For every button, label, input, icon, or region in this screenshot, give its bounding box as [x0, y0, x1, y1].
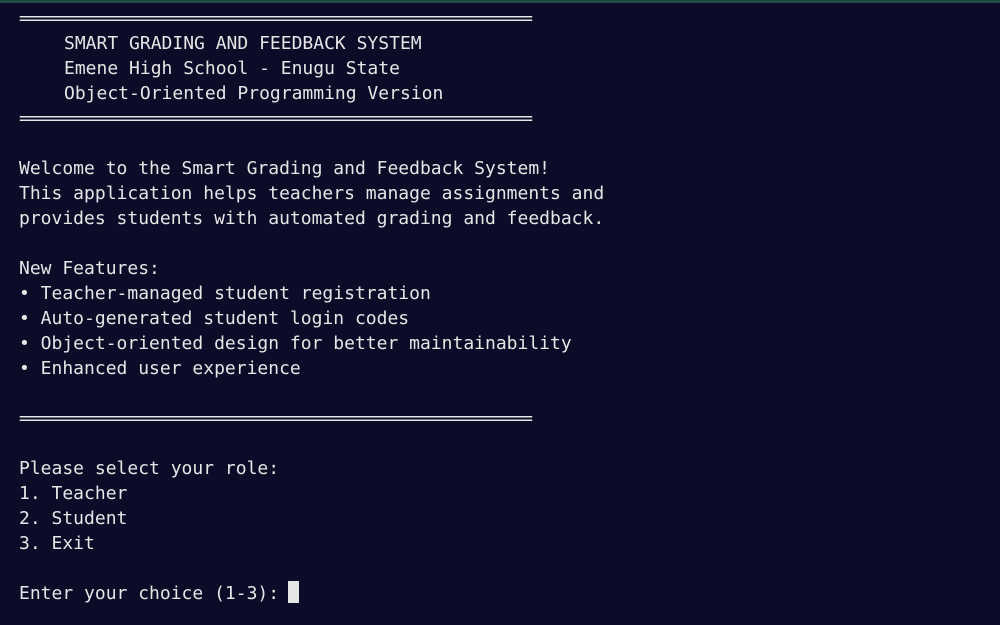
separator-line: ========================================… — [19, 108, 533, 129]
menu-option-teacher: 1. Teacher — [19, 483, 128, 504]
menu-option-student: 2. Student — [19, 508, 128, 529]
school-name: Emene High School - Enugu State — [64, 58, 400, 79]
text-cursor[interactable] — [288, 581, 300, 603]
app-title: SMART GRADING AND FEEDBACK SYSTEM — [64, 33, 422, 54]
description-text: This application helps teachers manage a… — [19, 183, 605, 204]
terminal-window[interactable]: ========================================… — [0, 0, 1000, 625]
separator-line: ========================================… — [19, 8, 533, 29]
feature-item: • Enhanced user experience — [19, 358, 301, 379]
choice-prompt: Enter your choice (1-3): — [19, 583, 280, 604]
role-prompt: Please select your role: — [19, 458, 280, 479]
feature-item: • Auto-generated student login codes — [19, 308, 410, 329]
description-text: provides students with automated grading… — [19, 208, 605, 229]
welcome-text: Welcome to the Smart Grading and Feedbac… — [19, 158, 551, 179]
feature-item: • Teacher-managed student registration — [19, 283, 431, 304]
features-heading: New Features: — [19, 258, 160, 279]
separator-line: ========================================… — [19, 408, 533, 429]
choice-input-line[interactable]: Enter your choice (1-3): — [19, 581, 1000, 606]
feature-item: • Object-oriented design for better main… — [19, 333, 572, 354]
version-label: Object-Oriented Programming Version — [64, 83, 444, 104]
menu-option-exit: 3. Exit — [19, 533, 95, 554]
